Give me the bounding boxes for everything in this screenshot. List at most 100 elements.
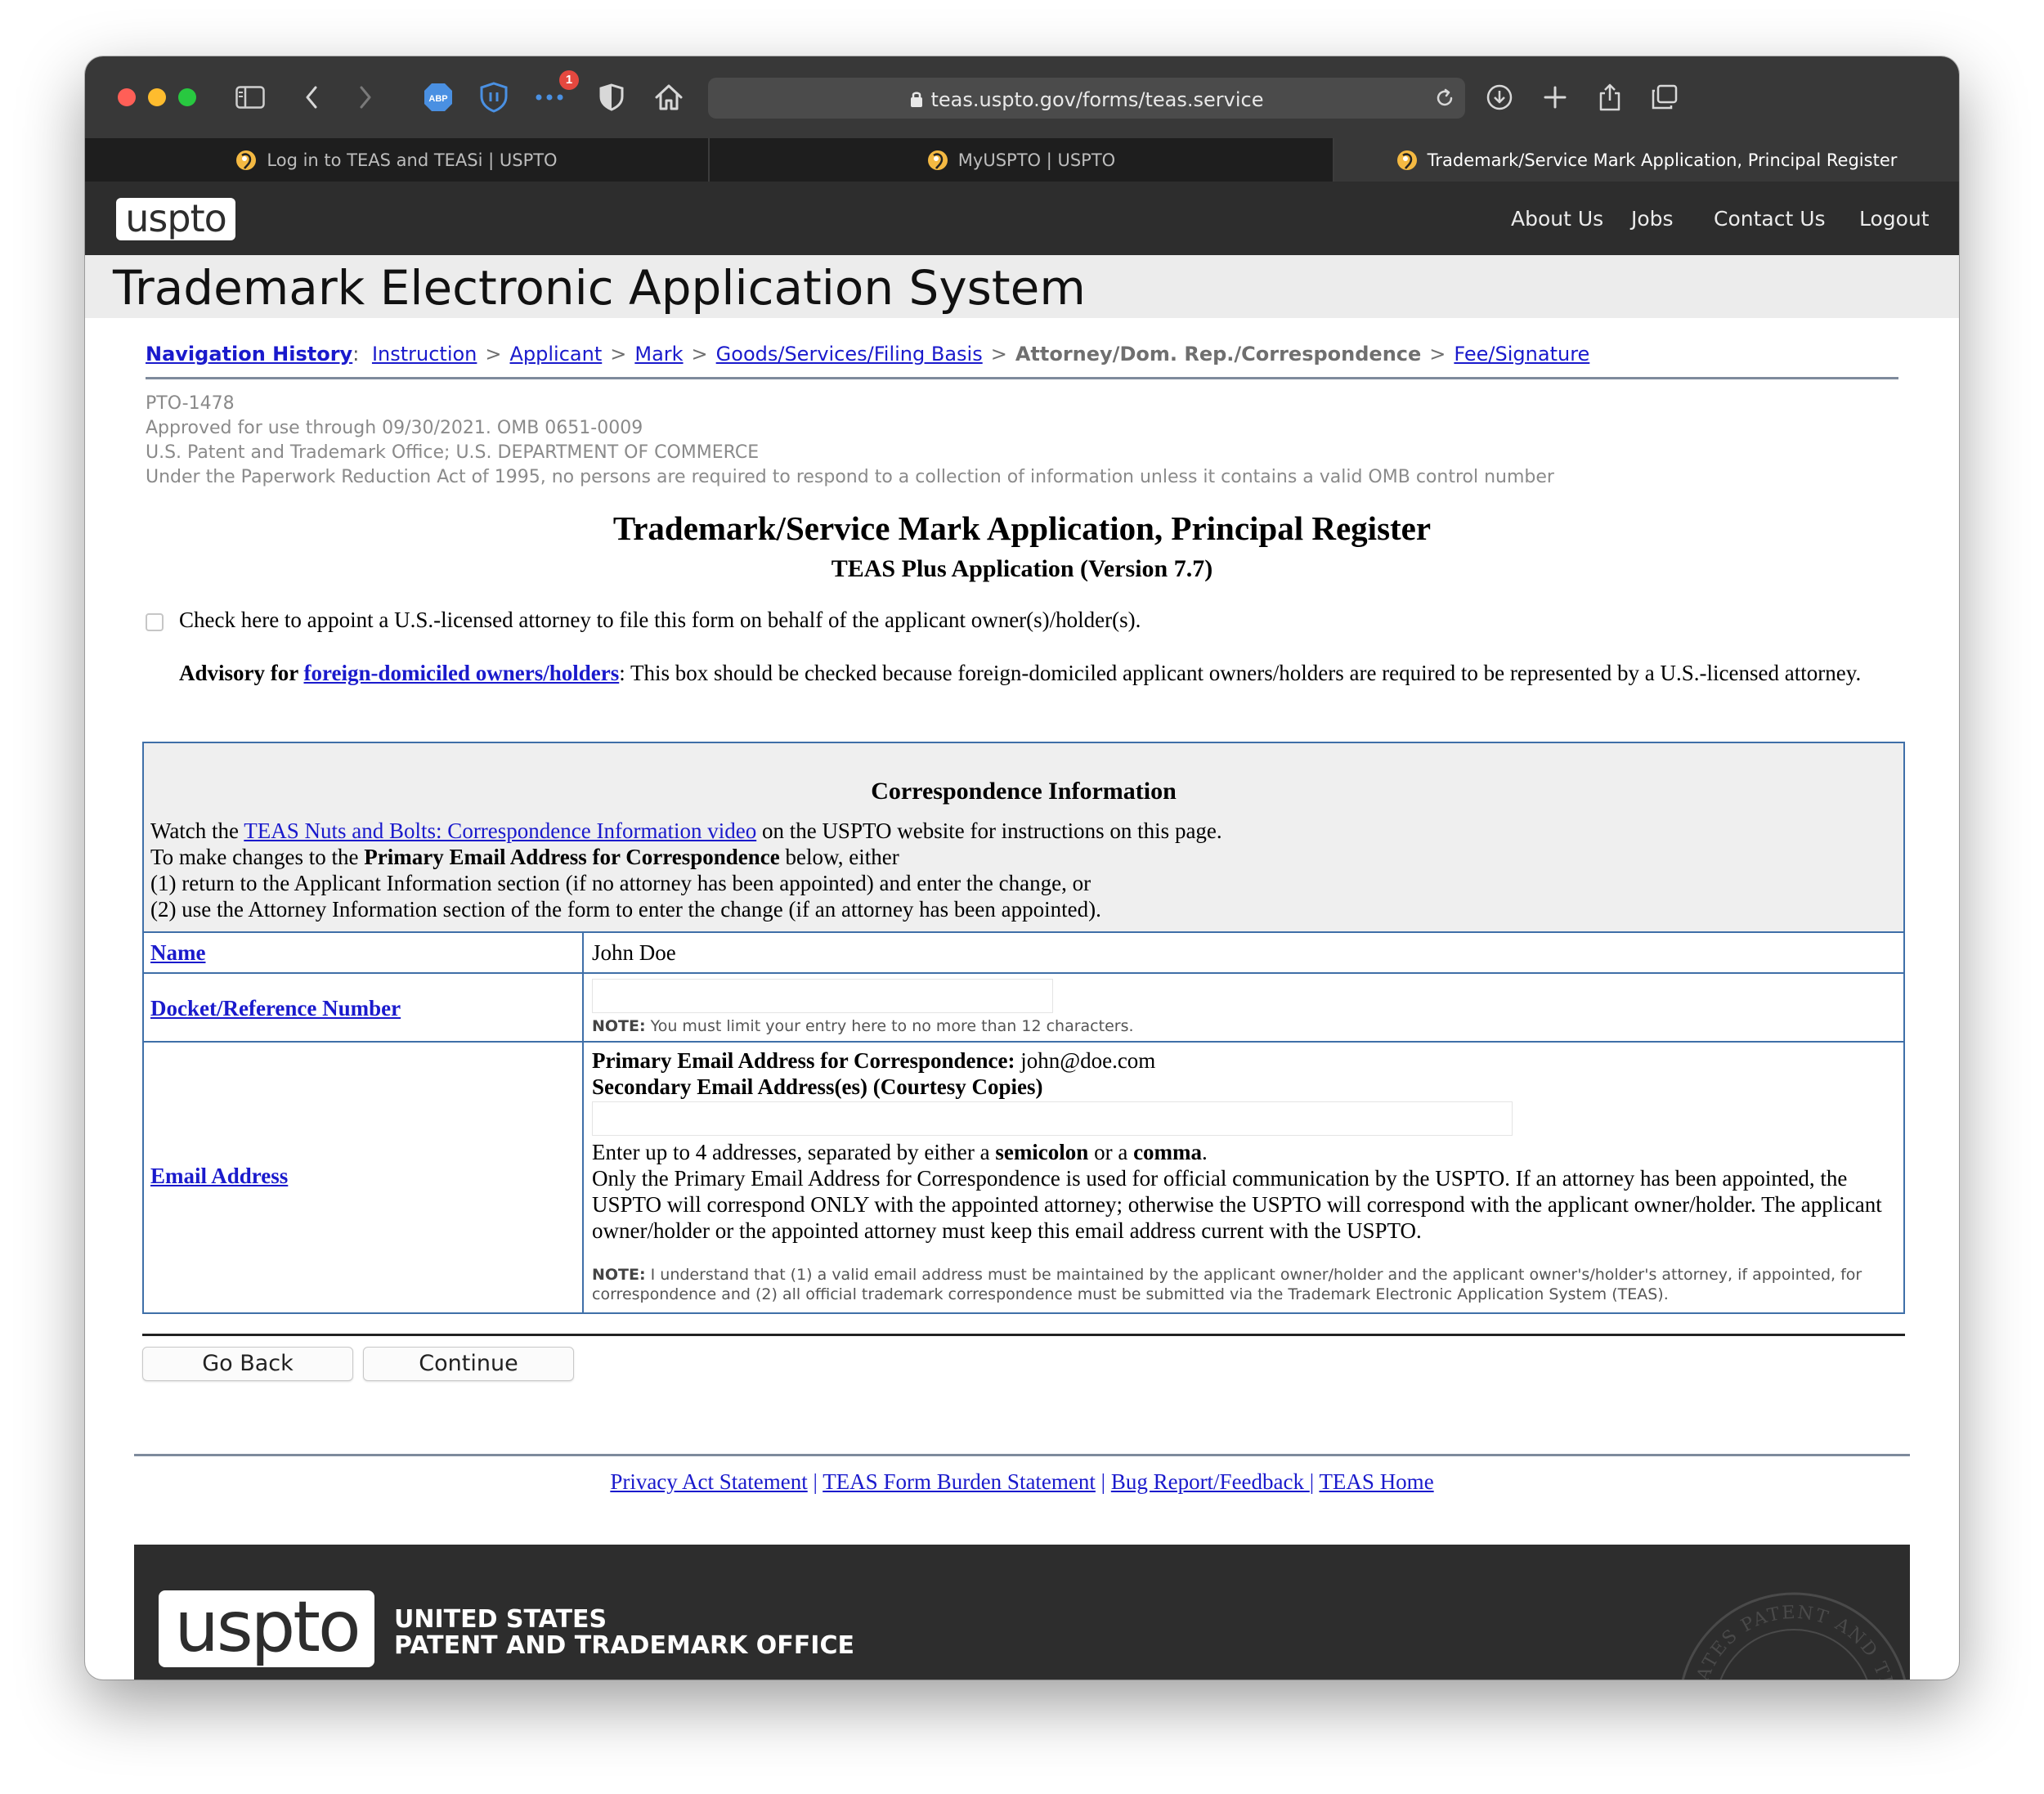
email-note-label: NOTE: bbox=[592, 1266, 646, 1284]
breadcrumb-separator: > bbox=[990, 343, 1007, 366]
forward-chevron-icon[interactable] bbox=[353, 81, 378, 114]
privacy-act-link[interactable]: Privacy Act Statement bbox=[610, 1469, 807, 1494]
advisory-prefix: Advisory for bbox=[179, 661, 304, 685]
footer-link-divider: | bbox=[1095, 1469, 1111, 1494]
breadcrumb-separator: > bbox=[610, 343, 627, 366]
title-band: Trademark Electronic Application System bbox=[85, 255, 1959, 318]
minimize-window-button[interactable] bbox=[148, 88, 166, 106]
go-back-button[interactable]: Go Back bbox=[142, 1347, 353, 1381]
advisory-text: Advisory for foreign-domiciled owners/ho… bbox=[179, 660, 1904, 686]
watch-suffix: on the USPTO website for instructions on… bbox=[756, 819, 1222, 843]
email-row: Email Address Primary Email Address for … bbox=[144, 1043, 1903, 1312]
email-label-link[interactable]: Email Address bbox=[150, 1164, 288, 1189]
footer-link-divider: | bbox=[1309, 1469, 1320, 1494]
adblock-extension-icon[interactable]: ABP bbox=[422, 81, 455, 114]
advisory-body: : This box should be checked because for… bbox=[619, 661, 1862, 685]
option-1: (1) return to the Applicant Information … bbox=[150, 871, 1091, 895]
changes-suffix: below, either bbox=[779, 845, 899, 869]
tab-trademark-application[interactable]: Trademark/Service Mark Application, Prin… bbox=[1334, 138, 1959, 182]
tab-overview-icon[interactable] bbox=[1648, 81, 1681, 114]
bug-report-link[interactable]: Bug Report/Feedback bbox=[1111, 1469, 1310, 1494]
correspondence-instructions: Watch the TEAS Nuts and Bolts: Correspon… bbox=[150, 818, 1222, 922]
enter-end: . bbox=[1202, 1140, 1208, 1164]
footer-uspto-logo[interactable]: uspto bbox=[159, 1590, 374, 1667]
nav-logout[interactable]: Logout bbox=[1859, 207, 1930, 231]
enter-semicolon: semicolon bbox=[995, 1140, 1089, 1164]
breadcrumb-applicant[interactable]: Applicant bbox=[510, 343, 603, 366]
tab-label: MyUSPTO | USPTO bbox=[957, 150, 1116, 170]
appoint-attorney-label: Check here to appoint a U.S.-licensed at… bbox=[179, 608, 1141, 632]
breadcrumb-divider bbox=[146, 377, 1898, 379]
tab-myuspto[interactable]: MyUSPTO | USPTO bbox=[710, 138, 1334, 182]
back-chevron-icon[interactable] bbox=[299, 81, 324, 114]
reload-icon[interactable] bbox=[1434, 87, 1455, 113]
uspto-favicon-icon bbox=[236, 150, 257, 170]
uspto-seal-icon: STATES PATENT AND TRADEMARK O bbox=[1671, 1585, 1907, 1680]
nav-jobs[interactable]: Jobs bbox=[1631, 207, 1674, 231]
app-title: Trademark Electronic Application System bbox=[113, 260, 1086, 316]
uspto-favicon-icon bbox=[927, 150, 948, 170]
omb-office: U.S. Patent and Trademark Office; U.S. D… bbox=[146, 442, 760, 463]
continue-button[interactable]: Continue bbox=[363, 1347, 574, 1381]
tab-label: Trademark/Service Mark Application, Prin… bbox=[1427, 150, 1898, 170]
form-number: PTO-1478 bbox=[146, 393, 235, 414]
teas-home-link[interactable]: TEAS Home bbox=[1319, 1469, 1433, 1494]
form-bottom-divider bbox=[142, 1334, 1905, 1336]
uspto-favicon-icon bbox=[1396, 150, 1417, 170]
secondary-email-heading: Secondary Email Address(es) (Courtesy Co… bbox=[592, 1074, 1043, 1099]
new-tab-plus-icon[interactable] bbox=[1539, 81, 1571, 114]
tab-teas-login[interactable]: Log in to TEAS and TEASi | USPTO bbox=[85, 138, 710, 182]
name-label-link[interactable]: Name bbox=[150, 940, 205, 966]
svg-text:ABP: ABP bbox=[428, 94, 447, 104]
omb-paperwork: Under the Paperwork Reduction Act of 199… bbox=[146, 467, 1554, 487]
close-window-button[interactable] bbox=[118, 88, 136, 106]
secondary-email-input[interactable] bbox=[592, 1101, 1513, 1136]
form-title: Trademark/Service Mark Application, Prin… bbox=[612, 509, 1432, 547]
nuts-and-bolts-video-link[interactable]: TEAS Nuts and Bolts: Correspondence Info… bbox=[244, 819, 756, 843]
appoint-attorney-checkbox[interactable] bbox=[146, 613, 164, 631]
breadcrumb-separator: > bbox=[485, 343, 502, 366]
breadcrumb-instruction[interactable]: Instruction bbox=[372, 343, 477, 366]
shield-half-icon[interactable] bbox=[595, 81, 628, 114]
tab-bar: Log in to TEAS and TEASi | USPTO MyUSPTO… bbox=[85, 138, 1959, 182]
name-row: Name John Doe bbox=[144, 933, 1903, 974]
enter-prefix: Enter up to 4 addresses, separated by ei… bbox=[592, 1140, 996, 1164]
primary-email-value: john@doe.com bbox=[1015, 1048, 1156, 1073]
share-icon[interactable] bbox=[1594, 81, 1626, 114]
sidebar-toggle-icon[interactable] bbox=[234, 81, 267, 114]
breadcrumb-mark[interactable]: Mark bbox=[634, 343, 683, 366]
uspto-logo[interactable]: uspto bbox=[116, 198, 235, 240]
docket-note-label: NOTE: bbox=[592, 1017, 646, 1035]
docket-note-text: You must limit your entry here to no mor… bbox=[645, 1017, 1134, 1035]
secondary-email-label: Secondary Email Address(es) (Courtesy Co… bbox=[592, 1074, 1892, 1100]
breadcrumb-navigation-history[interactable]: Navigation History bbox=[146, 343, 352, 366]
option-2: (2) use the Attorney Information section… bbox=[150, 897, 1101, 922]
breadcrumb: Navigation History: Instruction > Applican… bbox=[146, 343, 1589, 366]
zoom-window-button[interactable] bbox=[178, 88, 196, 106]
omb-notice: PTO-1478 Approved for use through 09/30/… bbox=[146, 392, 1554, 490]
extension-badge: 1 bbox=[559, 70, 579, 90]
org-line-2: PATENT AND TRADEMARK OFFICE bbox=[394, 1631, 854, 1660]
privacy-shield-extension-icon[interactable] bbox=[477, 81, 510, 114]
foreign-domiciled-link[interactable]: foreign-domiciled owners/holders bbox=[304, 661, 620, 685]
breadcrumb-fee-signature[interactable]: Fee/Signature bbox=[1454, 343, 1589, 366]
watch-prefix: Watch the bbox=[150, 819, 244, 843]
correspondence-header: Correspondence Information Watch the TEA… bbox=[144, 743, 1903, 933]
home-icon[interactable] bbox=[652, 81, 685, 114]
nav-contact-us[interactable]: Contact Us bbox=[1714, 207, 1826, 231]
breadcrumb-goods-services[interactable]: Goods/Services/Filing Basis bbox=[716, 343, 983, 366]
site-footer: uspto UNITED STATES PATENT AND TRADEMARK… bbox=[134, 1545, 1910, 1680]
official-communication-text: Only the Primary Email Address for Corre… bbox=[592, 1166, 1882, 1243]
docket-label-link[interactable]: Docket/Reference Number bbox=[150, 996, 401, 1021]
download-icon[interactable] bbox=[1483, 81, 1516, 114]
browser-toolbar: ABP 1 teas.uspto.gov/forms/teas.service bbox=[85, 56, 1959, 138]
url-text: teas.uspto.gov/forms/teas.service bbox=[930, 88, 1264, 111]
docket-input[interactable] bbox=[592, 979, 1053, 1013]
omb-approval: Approved for use through 09/30/2021. OMB… bbox=[146, 418, 643, 438]
form-burden-link[interactable]: TEAS Form Burden Statement bbox=[823, 1469, 1096, 1494]
correspondence-title: Correspondence Information bbox=[871, 778, 1177, 805]
correspondence-table: Correspondence Information Watch the TEA… bbox=[142, 742, 1905, 1314]
changes-prefix: To make changes to the bbox=[150, 845, 365, 869]
address-bar[interactable]: teas.uspto.gov/forms/teas.service bbox=[708, 78, 1465, 119]
nav-about-us[interactable]: About Us bbox=[1511, 207, 1603, 231]
